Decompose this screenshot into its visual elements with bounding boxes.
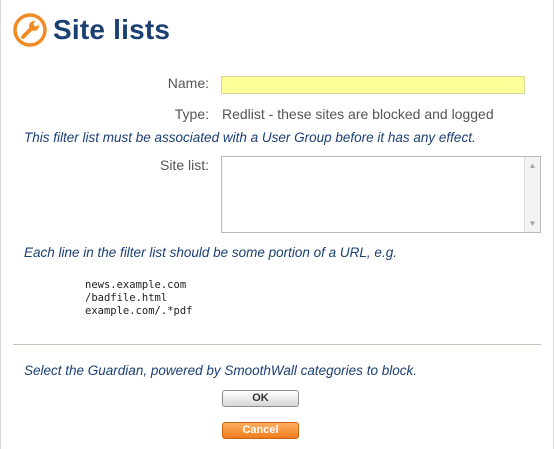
url-examples: news.example.com /badfile.html example.c…: [85, 279, 192, 318]
type-value: Redlist - these sites are blocked and lo…: [222, 106, 494, 122]
site-lists-page: Site lists Name: Type: Redlist - these s…: [0, 0, 554, 449]
cancel-button[interactable]: Cancel: [222, 422, 299, 439]
association-note: This filter list must be associated with…: [24, 130, 476, 145]
categories-note: Select the Guardian, powered by SmoothWa…: [24, 363, 417, 378]
scroll-down-icon[interactable]: ▼: [526, 217, 539, 230]
page-header: Site lists: [13, 12, 170, 48]
example-line: example.com/.*pdf: [85, 305, 193, 317]
scroll-up-icon[interactable]: ▲: [526, 159, 539, 172]
url-hint: Each line in the filter list should be s…: [24, 245, 397, 260]
page-title: Site lists: [53, 14, 171, 45]
site-list-textarea[interactable]: ▲ ▼: [221, 156, 541, 233]
example-line: news.example.com: [85, 279, 187, 291]
wrench-icon: [13, 13, 47, 47]
name-label: Name:: [167, 75, 209, 91]
type-label: Type:: [174, 106, 209, 122]
ok-button[interactable]: OK: [222, 390, 299, 407]
name-input[interactable]: [221, 76, 525, 94]
section-divider: [13, 344, 541, 345]
example-line: /badfile.html: [85, 292, 168, 304]
site-list-label: Site list:: [159, 157, 209, 173]
site-list-scrollbar[interactable]: ▲ ▼: [524, 157, 540, 232]
